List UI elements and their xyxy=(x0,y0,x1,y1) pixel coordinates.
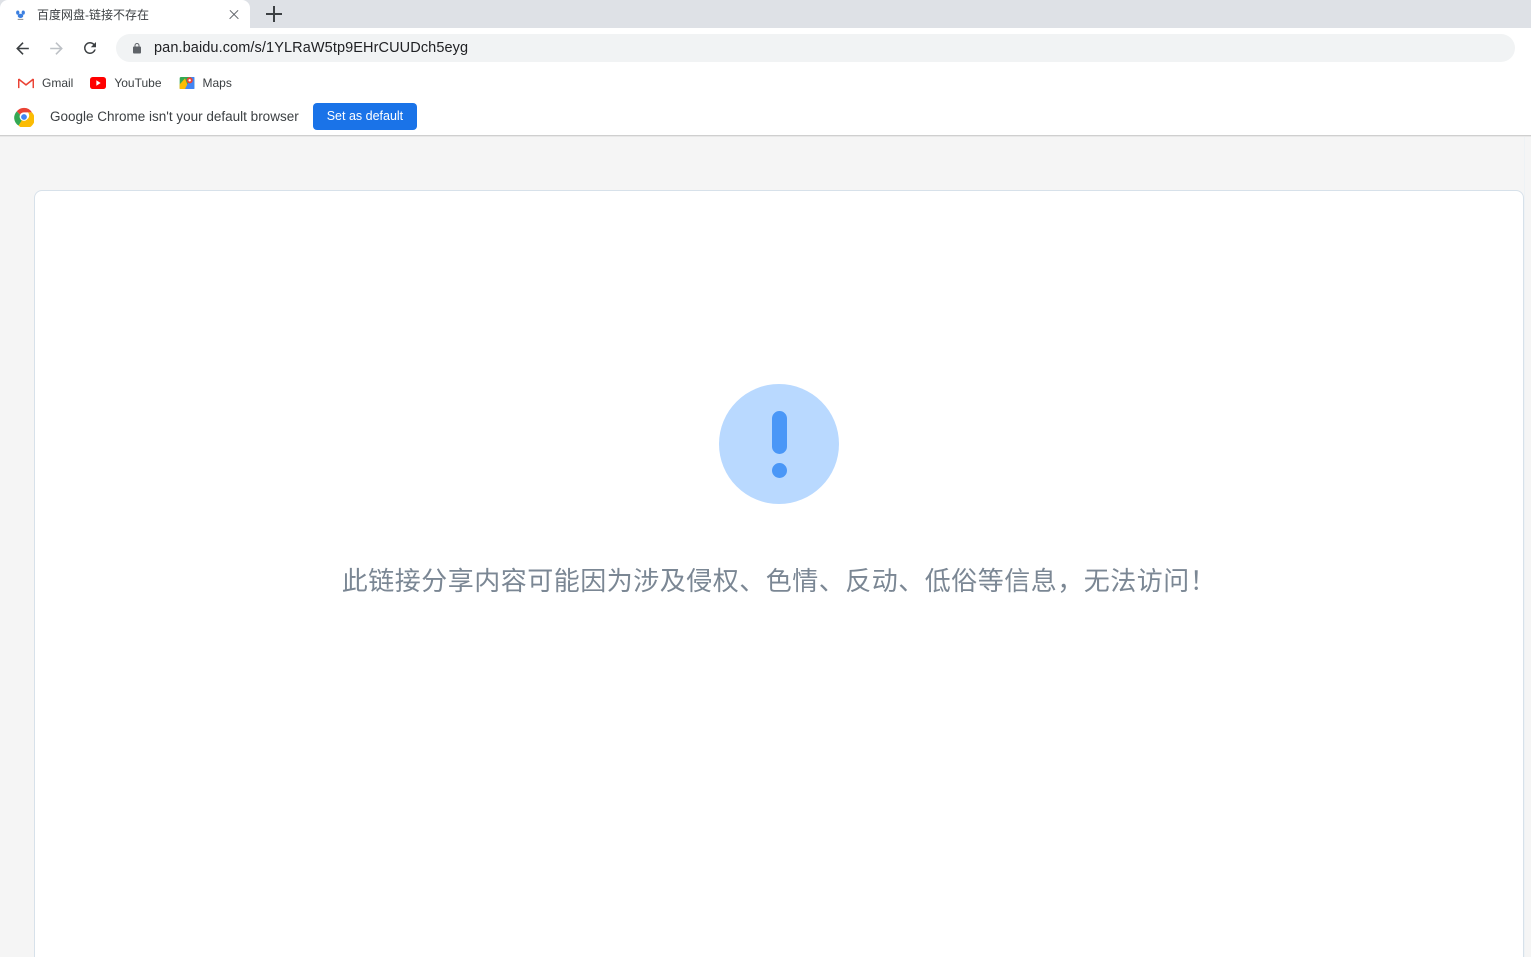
forward-arrow-icon xyxy=(49,41,63,55)
youtube-icon xyxy=(90,75,107,91)
reload-button[interactable] xyxy=(76,34,104,62)
bookmark-youtube[interactable]: YouTube xyxy=(84,71,170,95)
default-browser-infobar: Google Chrome isn't your default browser… xyxy=(0,98,1531,136)
default-browser-message: Google Chrome isn't your default browser xyxy=(50,109,299,124)
error-content-card: 此链接分享内容可能因为涉及侵权、色情、反动、低俗等信息，无法访问！ xyxy=(34,190,1524,957)
exclamation-circle-icon xyxy=(719,384,839,504)
page-viewport: 此链接分享内容可能因为涉及侵权、色情、反动、低俗等信息，无法访问！ xyxy=(0,136,1531,957)
address-bar[interactable]: pan.baidu.com/s/1YLRaW5tp9EHrCUUDch5eyg xyxy=(116,34,1515,62)
lock-icon xyxy=(130,41,144,55)
exclamation-dot xyxy=(771,462,787,478)
google-maps-icon xyxy=(179,75,195,91)
new-tab-button[interactable] xyxy=(260,0,288,28)
bookmark-gmail[interactable]: Gmail xyxy=(12,71,82,95)
bookmark-label: Gmail xyxy=(42,76,74,90)
baidu-netdisk-cloud-icon xyxy=(12,6,28,22)
error-message: 此链接分享内容可能因为涉及侵权、色情、反动、低俗等信息，无法访问！ xyxy=(341,567,1217,597)
bookmark-label: YouTube xyxy=(114,76,162,90)
close-icon[interactable] xyxy=(226,6,242,22)
chrome-logo-icon xyxy=(14,107,35,128)
url-text: pan.baidu.com/s/1YLRaW5tp9EHrCUUDch5eyg xyxy=(154,40,469,56)
tab-strip: 百度网盘-链接不存在 xyxy=(0,0,1531,28)
back-arrow-icon xyxy=(15,41,29,55)
exclamation-bar xyxy=(771,410,787,454)
forward-button[interactable] xyxy=(42,34,70,62)
bookmark-label: Maps xyxy=(202,76,232,90)
tab-baidu-netdisk[interactable]: 百度网盘-链接不存在 xyxy=(0,0,250,28)
set-as-default-button[interactable]: Set as default xyxy=(312,103,418,130)
tab-title: 百度网盘-链接不存在 xyxy=(37,7,149,22)
back-button[interactable] xyxy=(8,34,36,62)
error-block: 此链接分享内容可能因为涉及侵权、色情、反动、低俗等信息，无法访问！ xyxy=(35,384,1523,598)
browser-window: 百度网盘-链接不存在 pan.baidu.com/s/1YLRaW5tp9EHr… xyxy=(0,0,1531,957)
browser-toolbar: pan.baidu.com/s/1YLRaW5tp9EHrCUUDch5eyg xyxy=(0,28,1531,68)
bookmark-maps[interactable]: Maps xyxy=(173,71,241,95)
gmail-icon xyxy=(18,75,34,91)
vertical-scrollbar[interactable] xyxy=(1524,137,1531,957)
bookmarks-bar: Gmail YouTube Maps xyxy=(0,68,1531,98)
reload-icon xyxy=(83,41,96,54)
